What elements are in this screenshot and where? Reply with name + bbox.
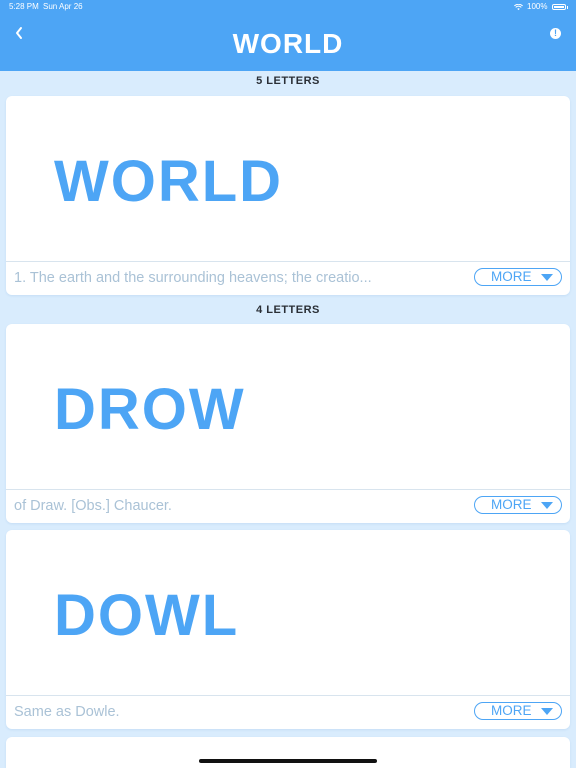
status-time: 5:28 PM	[9, 2, 39, 11]
more-label: MORE	[491, 269, 532, 284]
section-header-4-letters: 4 LETTERS	[256, 304, 320, 316]
word-card[interactable]: DROW of Draw. [Obs.] Chaucer. MORE	[6, 324, 570, 523]
nav-bar: WORLD !	[0, 14, 576, 71]
page-title: WORLD	[232, 28, 344, 59]
caret-down-icon	[541, 708, 553, 715]
more-button[interactable]: MORE	[474, 268, 562, 286]
battery-icon	[551, 4, 566, 10]
caret-down-icon	[541, 502, 553, 509]
status-bar: 5:28 PM Sun Apr 26 100%	[0, 0, 576, 14]
battery-percent: 100%	[527, 2, 548, 11]
card-divider	[6, 695, 570, 696]
word-definition: 1. The earth and the surrounding heavens…	[14, 270, 372, 286]
card-divider	[6, 261, 570, 262]
word-title: DROW	[54, 377, 246, 442]
word-title: WORLD	[54, 149, 284, 214]
section-header-5-letters: 5 LETTERS	[256, 75, 320, 87]
word-definition: of Draw. [Obs.] Chaucer.	[14, 498, 172, 514]
card-divider	[6, 489, 570, 490]
word-card-partial[interactable]	[6, 737, 570, 768]
word-card[interactable]: WORLD 1. The earth and the surrounding h…	[6, 96, 570, 295]
info-button[interactable]: !	[550, 28, 561, 39]
status-right: 100%	[514, 0, 568, 14]
exclamation-icon: !	[554, 28, 557, 38]
status-date: Sun Apr 26	[43, 2, 83, 11]
word-card[interactable]: DOWL Same as Dowle. MORE	[6, 530, 570, 729]
more-button[interactable]: MORE	[474, 702, 562, 720]
wifi-icon	[514, 3, 524, 10]
more-label: MORE	[491, 703, 532, 718]
word-definition: Same as Dowle.	[14, 704, 120, 720]
more-label: MORE	[491, 497, 532, 512]
home-indicator	[199, 759, 377, 763]
word-title: DOWL	[54, 583, 240, 648]
caret-down-icon	[541, 274, 553, 281]
battery-tip	[566, 5, 568, 9]
more-button[interactable]: MORE	[474, 496, 562, 514]
